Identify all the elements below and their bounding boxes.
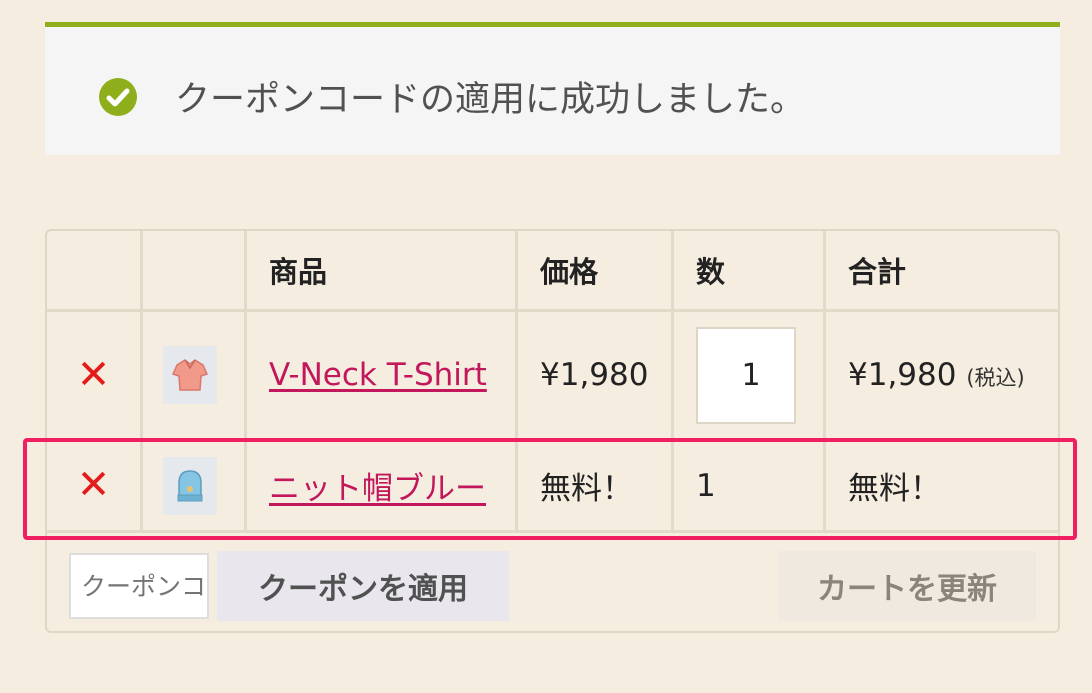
thumbnail-cell (143, 441, 247, 533)
cart-actions-row: クーポンを適用 カートを更新 (47, 533, 1058, 631)
close-icon[interactable]: ✕ (77, 355, 111, 395)
remove-cell: ✕ (47, 312, 143, 441)
quantity-input[interactable] (696, 326, 796, 424)
table-row: ✕ V-Neck T-Shirt ¥1,980 ¥1,980 (税込) (47, 312, 1058, 441)
header-subtotal: 合計 (826, 231, 1058, 312)
coupon-input[interactable] (69, 553, 209, 619)
price-cell: ¥1,980 (518, 312, 674, 441)
apply-coupon-button[interactable]: クーポンを適用 (217, 551, 509, 621)
header-thumbnail (143, 231, 247, 312)
knit-hat-icon[interactable] (163, 456, 217, 515)
quantity-cell: 1 (674, 441, 826, 533)
success-notice: クーポンコードの適用に成功しました。 (45, 22, 1060, 155)
tax-note: (税込) (966, 366, 1025, 390)
product-link[interactable]: V-Neck T-Shirt (269, 357, 487, 393)
close-icon[interactable]: ✕ (77, 465, 111, 505)
thumbnail-cell (143, 312, 247, 441)
table-row: ✕ ニット帽ブルー 無料！ 1 無料！ (47, 441, 1058, 533)
check-circle-icon (99, 78, 137, 116)
header-remove (47, 231, 143, 312)
header-product: 商品 (247, 231, 518, 312)
header-price: 価格 (518, 231, 674, 312)
subtotal-cell: ¥1,980 (税込) (826, 312, 1058, 441)
update-cart-button[interactable]: カートを更新 (778, 551, 1036, 621)
subtotal-value: ¥1,980 (848, 357, 957, 393)
price-cell: 無料！ (518, 441, 674, 533)
t-shirt-icon[interactable] (163, 346, 217, 404)
product-link[interactable]: ニット帽ブルー (269, 471, 486, 507)
product-name-cell: V-Neck T-Shirt (247, 312, 518, 441)
notice-message: クーポンコードの適用に成功しました。 (175, 80, 806, 120)
actions-cell: クーポンを適用 カートを更新 (47, 533, 1058, 631)
table-header-row: 商品 価格 数 合計 (47, 231, 1058, 312)
header-quantity: 数 (674, 231, 826, 312)
quantity-cell (674, 312, 826, 441)
product-name-cell: ニット帽ブルー (247, 441, 518, 533)
remove-cell: ✕ (47, 441, 143, 533)
subtotal-cell: 無料！ (826, 441, 1058, 533)
cart-table: 商品 価格 数 合計 ✕ V-Neck T-Shirt ¥1,980 1 ¥1,… (45, 229, 1060, 633)
